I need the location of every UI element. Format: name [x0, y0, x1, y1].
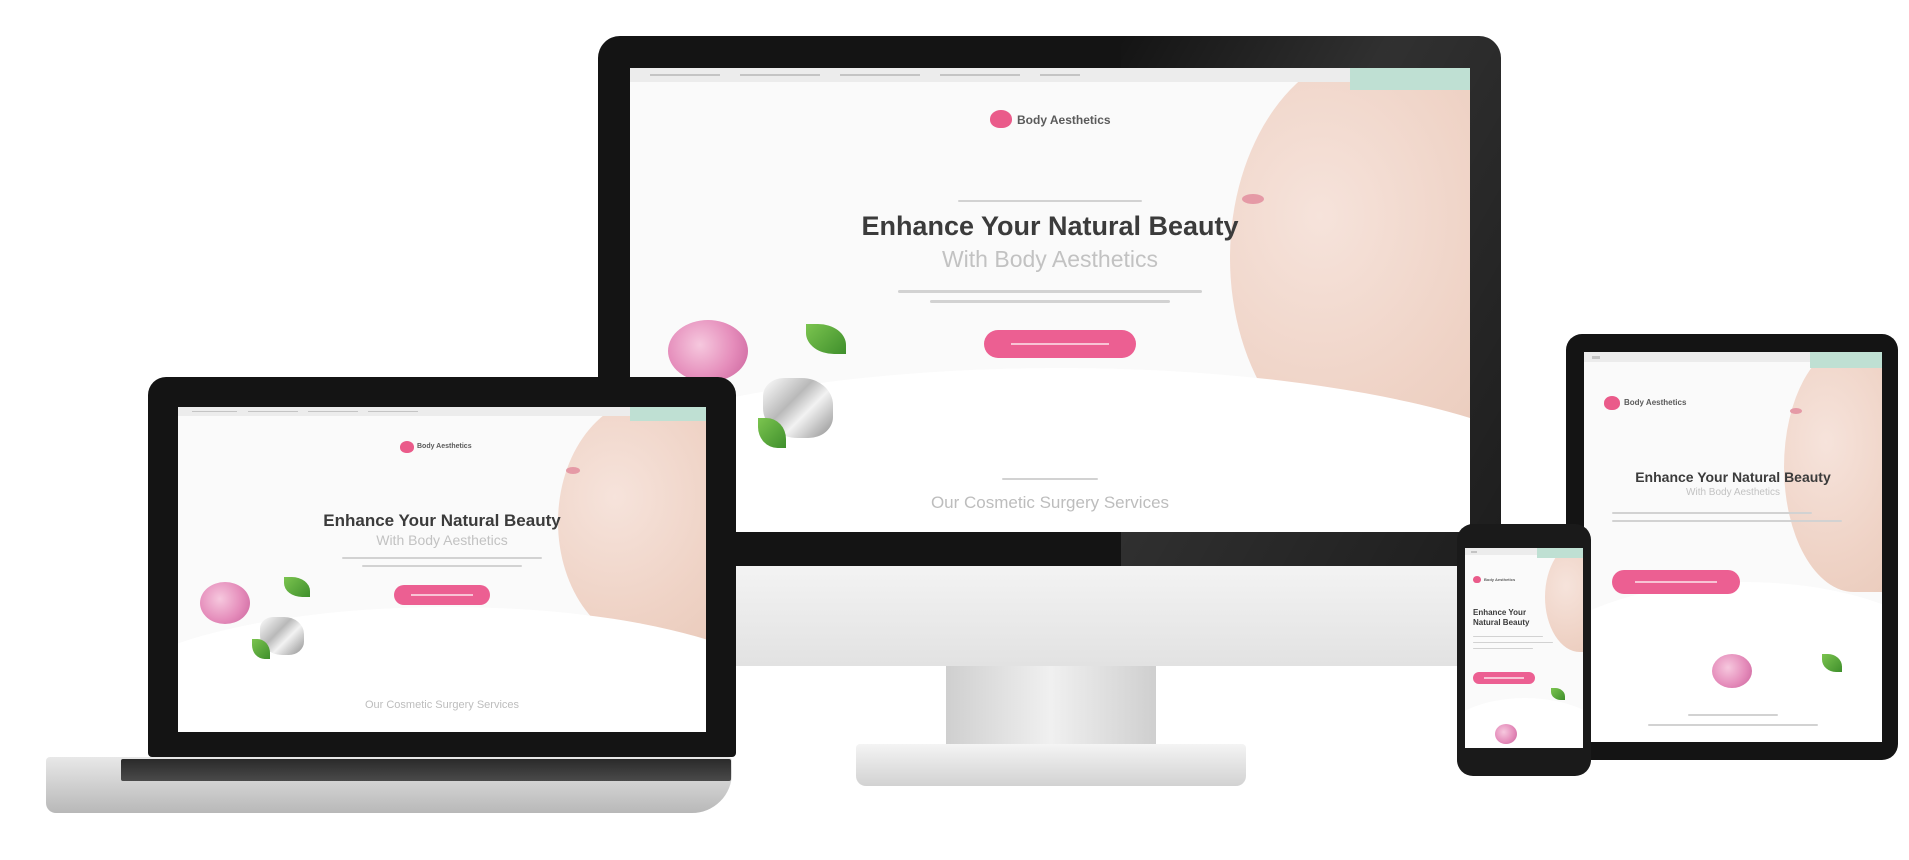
model-lips — [1790, 408, 1802, 414]
keyboard — [856, 744, 1246, 786]
menu-icon[interactable] — [1471, 551, 1477, 553]
logo-flower-icon — [1604, 396, 1620, 410]
logo-flower-icon — [400, 441, 414, 453]
hero-subtitle: With Body Aesthetics — [1686, 487, 1780, 498]
leaf-image — [1551, 688, 1565, 700]
leaf-image — [806, 324, 846, 354]
logo-flower-icon — [1473, 576, 1481, 583]
hero-cta-button[interactable] — [394, 585, 490, 605]
hero-description-line — [1473, 648, 1533, 649]
topbar-contact-button[interactable] — [630, 407, 706, 421]
model-face-image — [1545, 548, 1583, 652]
services-eyebrow-text — [1688, 714, 1778, 716]
menu-icon[interactable] — [1592, 356, 1600, 359]
hero-title-line1: Enhance Your — [1473, 608, 1527, 617]
nav-link[interactable] — [840, 74, 920, 76]
nav-link[interactable] — [192, 411, 237, 412]
topbar-contact-button[interactable] — [1810, 352, 1882, 368]
hero-title: Enhance Your Natural Beauty — [1635, 469, 1831, 485]
orchid-flower-image — [1495, 724, 1517, 744]
hero-description-line — [342, 557, 542, 559]
orchid-flower-image — [668, 320, 748, 382]
hero-background-sweep — [1465, 698, 1583, 748]
hero-title-line2: Natural Beauty — [1473, 618, 1530, 627]
services-title-line — [1648, 724, 1818, 726]
nav-link[interactable] — [248, 411, 298, 412]
tablet-screen: Body Aesthetics Enhance Your Natural Bea… — [1584, 352, 1882, 742]
phone-website: Body Aesthetics Enhance Your Natural Bea… — [1465, 548, 1583, 748]
monitor-stand — [946, 666, 1156, 746]
hero-subtitle: With Body Aesthetics — [941, 246, 1159, 272]
tablet-website: Body Aesthetics Enhance Your Natural Bea… — [1584, 352, 1882, 742]
hero-background-sweep — [178, 607, 706, 732]
nav-link[interactable] — [740, 74, 820, 76]
hero-description-line — [1473, 636, 1543, 637]
hero-description-line — [1473, 642, 1553, 643]
laptop-keyboard-base — [46, 757, 732, 813]
leaf-image — [284, 577, 310, 597]
logo-text: Body Aesthetics — [417, 443, 472, 450]
services-eyebrow-text — [1002, 478, 1098, 480]
services-title: Our Cosmetic Surgery Services — [930, 493, 1170, 512]
hero-description-line — [1612, 512, 1812, 514]
hero-title: Enhance Your Natural Beauty — [861, 211, 1239, 241]
hero-description-line — [930, 300, 1170, 303]
logo-text: Body Aesthetics — [1017, 113, 1111, 127]
orchid-flower-image — [200, 582, 250, 624]
nav-link[interactable] — [368, 411, 418, 412]
phone-screen: Body Aesthetics Enhance Your Natural Bea… — [1465, 548, 1583, 748]
hero-cta-button[interactable] — [984, 330, 1136, 358]
logo-flower-icon — [990, 110, 1012, 128]
topbar-contact-button[interactable] — [1537, 548, 1583, 558]
laptop-screen: Body Aesthetics Enhance Your Natural Bea… — [178, 407, 706, 732]
hero-cta-button[interactable] — [1473, 672, 1535, 684]
nav-link[interactable] — [650, 74, 720, 76]
model-lips — [1242, 194, 1264, 204]
hero-subtitle: With Body Aesthetics — [376, 532, 508, 548]
topbar-contact-button[interactable] — [1350, 68, 1470, 90]
laptop-website: Body Aesthetics Enhance Your Natural Bea… — [178, 407, 706, 732]
hero-description-line — [898, 290, 1202, 293]
monitor-screen: Body Aesthetics Enhance Your Natural Bea… — [630, 68, 1470, 532]
nav-link[interactable] — [308, 411, 358, 412]
model-lips — [566, 467, 580, 474]
hero-description-line — [362, 565, 522, 567]
hero-title: Enhance Your Natural Beauty — [323, 511, 561, 530]
hero-description-line — [1612, 520, 1842, 522]
hero-eyebrow-text — [958, 200, 1142, 202]
nav-link[interactable] — [940, 74, 1020, 76]
logo-text: Body Aesthetics — [1484, 577, 1516, 582]
hero-cta-button[interactable] — [1612, 570, 1740, 594]
services-title: Our Cosmetic Surgery Services — [364, 699, 520, 711]
nav-link[interactable] — [1040, 74, 1080, 76]
logo-text: Body Aesthetics — [1624, 398, 1687, 407]
monitor-website: Body Aesthetics Enhance Your Natural Bea… — [630, 68, 1470, 532]
orchid-flower-image — [1712, 654, 1752, 688]
